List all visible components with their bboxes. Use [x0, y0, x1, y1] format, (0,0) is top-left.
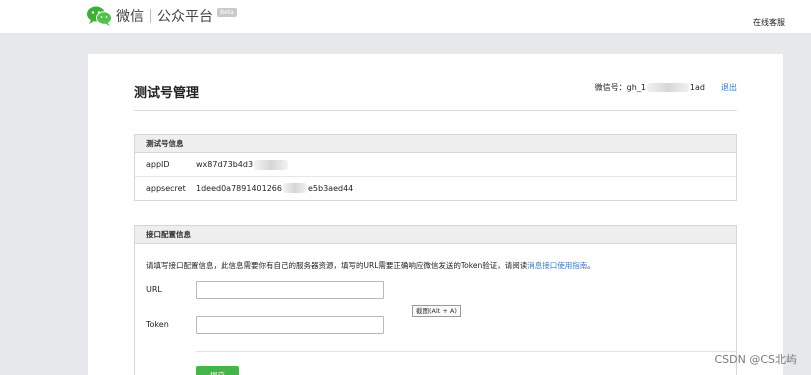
- token-input[interactable]: [196, 316, 384, 334]
- description-text: 请填写接口配置信息，此信息需要你有自己的服务器资源，填写的URL需要正确响应微信…: [146, 261, 528, 270]
- info-row-appsecret: appsecret 1deed0a7891401266 e5b3aed44: [135, 176, 736, 199]
- url-input[interactable]: [196, 281, 384, 299]
- product-name: 公众平台: [157, 9, 213, 25]
- redacted-blur: [646, 83, 689, 92]
- account-info: 微信号：gh_1 1ad 退出: [595, 82, 737, 93]
- message-api-guide-link[interactable]: 消息接口使用指南: [527, 261, 587, 270]
- top-bar: 微信 公众平台 Beta 在线客服: [0, 0, 811, 34]
- redacted-blur: [282, 183, 307, 193]
- appsecret-value-suffix: e5b3aed44: [307, 183, 354, 193]
- token-label: Token: [146, 320, 169, 329]
- online-support-link[interactable]: 在线客服: [753, 17, 785, 28]
- beta-badge: Beta: [217, 7, 237, 17]
- api-config-panel: 接口配置信息 请填写接口配置信息，此信息需要你有自己的服务器资源，填写的URL需…: [134, 225, 737, 375]
- title-divider: [134, 110, 737, 111]
- appsecret-value-prefix: 1deed0a7891401266: [196, 183, 282, 193]
- panel-heading: 测试号信息: [135, 135, 736, 153]
- logo-divider: [150, 9, 151, 23]
- submit-button[interactable]: 提交: [196, 366, 239, 375]
- screenshot-tooltip: 截图(Alt + A): [412, 305, 461, 317]
- appid-value[interactable]: wx87d73b4d3: [196, 159, 289, 170]
- wechat-logo[interactable]: 微信 公众平台 Beta: [86, 5, 237, 27]
- config-description: 请填写接口配置信息，此信息需要你有自己的服务器资源，填写的URL需要正确响应微信…: [146, 260, 595, 271]
- form-divider: [196, 351, 737, 352]
- main-card: 测试号管理 微信号：gh_1 1ad 退出 测试号信息 appID wx87d7…: [88, 54, 783, 375]
- redacted-blur: [254, 159, 289, 170]
- brand-name: 微信: [116, 9, 144, 25]
- page-title: 测试号管理: [134, 86, 200, 101]
- account-id-suffix: 1ad: [689, 83, 705, 92]
- account-id-label: 微信号：gh_1: [594, 83, 646, 92]
- watermark: CSDN @CS北屿: [714, 353, 797, 366]
- test-account-panel: 测试号信息 appID wx87d73b4d3 appsecret 1deed0…: [134, 134, 737, 201]
- wechat-icon: [86, 5, 112, 27]
- info-row-appid: appID wx87d73b4d3: [135, 153, 736, 176]
- appid-label: appID: [146, 160, 170, 169]
- panel-heading: 接口配置信息: [135, 226, 736, 244]
- url-label: URL: [146, 285, 162, 294]
- description-end: 。: [587, 261, 595, 270]
- logout-link[interactable]: 退出: [721, 82, 737, 93]
- appsecret-value[interactable]: 1deed0a7891401266 e5b3aed44: [196, 183, 353, 193]
- appsecret-label: appsecret: [146, 183, 186, 193]
- appid-value-text: wx87d73b4d3: [196, 160, 254, 169]
